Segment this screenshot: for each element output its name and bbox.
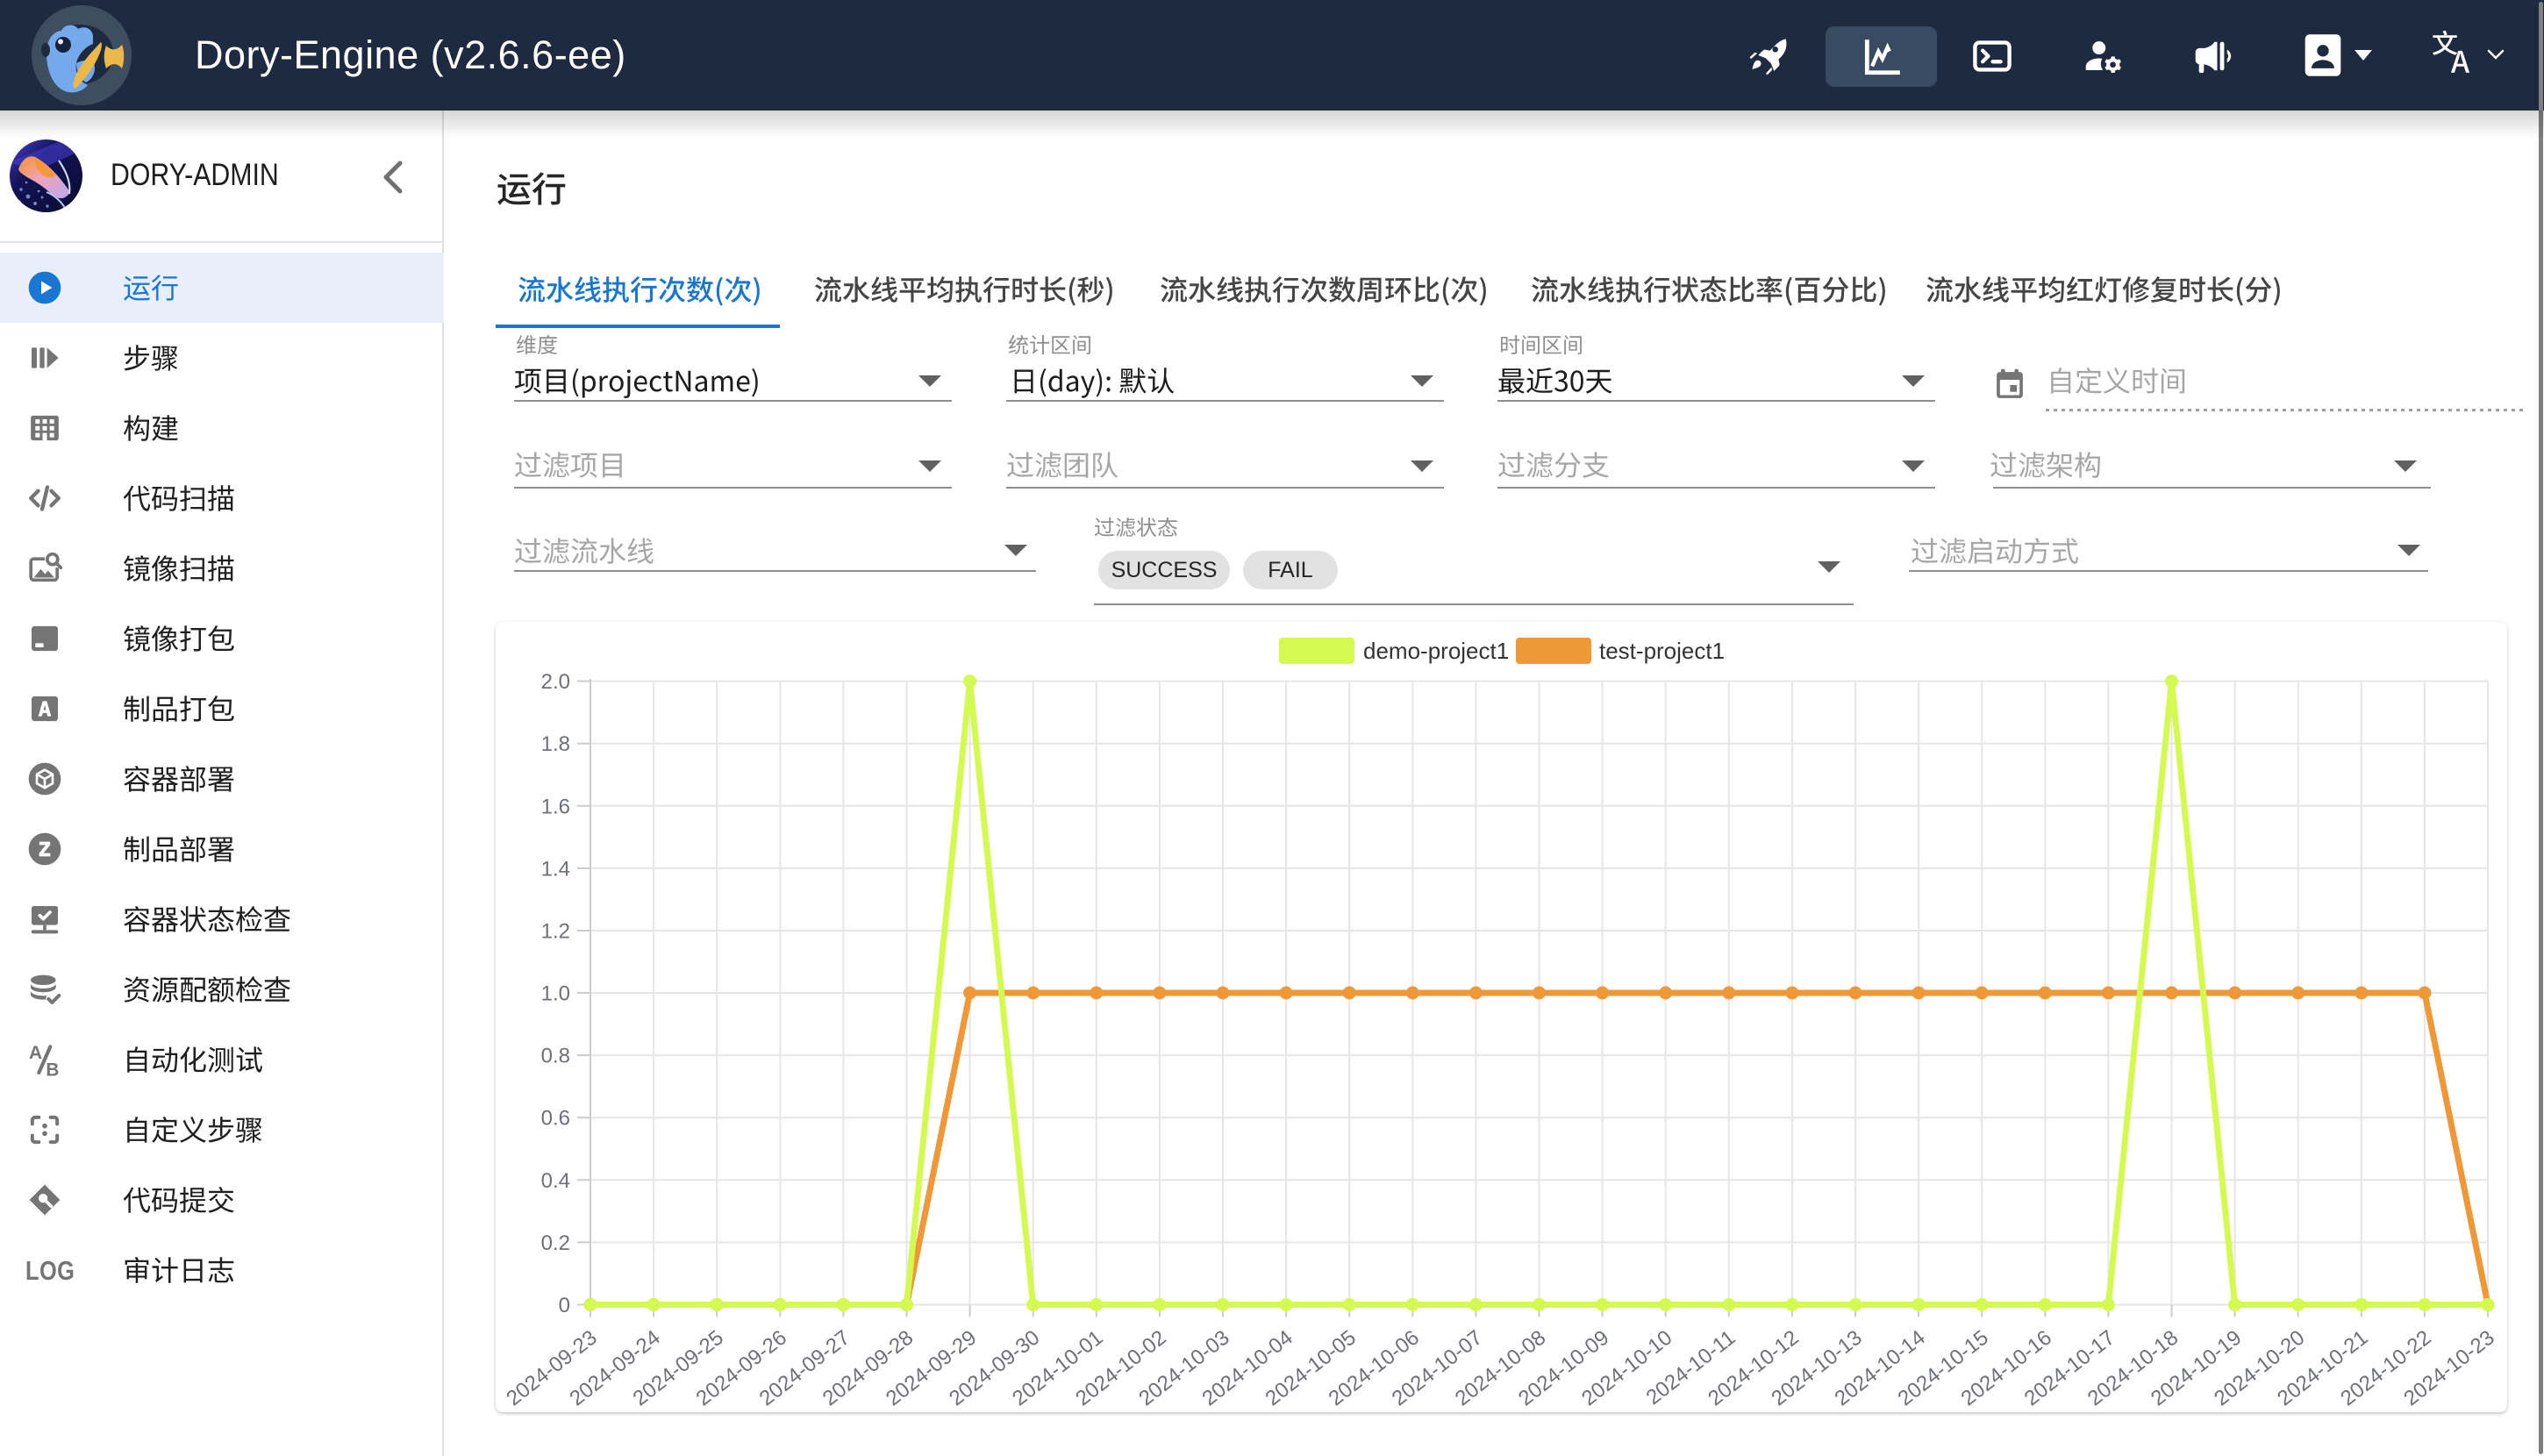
svg-text:1.2: 1.2 bbox=[541, 920, 570, 944]
svg-text:1.4: 1.4 bbox=[541, 857, 570, 881]
svg-text:1.8: 1.8 bbox=[541, 732, 570, 756]
svg-text:0.8: 0.8 bbox=[541, 1045, 570, 1068]
svg-text:1.0: 1.0 bbox=[541, 982, 570, 1006]
svg-text:1.6: 1.6 bbox=[541, 795, 570, 818]
svg-text:test-project1: test-project1 bbox=[1599, 638, 1725, 664]
svg-text:A: A bbox=[29, 1043, 42, 1063]
svg-text:0.2: 0.2 bbox=[541, 1231, 570, 1255]
svg-text:demo-project1: demo-project1 bbox=[1363, 638, 1509, 664]
svg-text:B: B bbox=[46, 1060, 59, 1077]
svg-text:0.6: 0.6 bbox=[541, 1107, 570, 1131]
svg-text:0: 0 bbox=[559, 1294, 570, 1317]
svg-text:0.4: 0.4 bbox=[541, 1169, 570, 1193]
svg-text:2.0: 2.0 bbox=[541, 670, 570, 694]
